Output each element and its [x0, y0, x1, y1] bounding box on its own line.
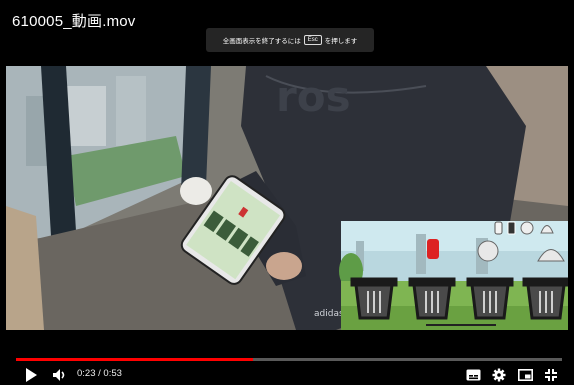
volume-icon [53, 369, 65, 381]
exit-fullscreen-icon [545, 369, 557, 381]
hint-text-after: を押します [324, 38, 358, 45]
subtitles-button[interactable] [466, 366, 481, 384]
volume-button[interactable] [52, 366, 68, 384]
current-time: 0:23 [77, 368, 96, 379]
video-scene: ros adidas [6, 66, 568, 330]
fullscreen-exit-hint: 全画面表示を終了するには Esc を押します [206, 28, 374, 52]
exit-fullscreen-button[interactable] [544, 366, 558, 384]
time-separator: / [98, 368, 101, 379]
time-display: 0:23 / 0:53 [77, 368, 122, 379]
esc-key: Esc [303, 35, 322, 45]
svg-text:ros: ros [276, 72, 351, 121]
miniplayer-icon [518, 369, 533, 381]
subtitles-icon [466, 369, 481, 381]
progress-fill [16, 358, 253, 361]
duration: 0:53 [103, 368, 122, 379]
player-controls: 0:23 / 0:53 [0, 348, 574, 385]
play-button[interactable] [24, 366, 38, 384]
play-icon [26, 368, 37, 382]
video-player: 610005_動画.mov 全画面表示を終了するには Esc を押します ros… [0, 0, 574, 385]
video-frame[interactable]: ros adidas [6, 66, 568, 330]
hint-text-before: 全画面表示を終了するには [222, 38, 301, 45]
video-title: 610005_動画.mov [12, 13, 136, 30]
settings-button[interactable] [492, 366, 506, 384]
shirt-text: adidas [314, 309, 344, 319]
game-overlay [339, 221, 568, 330]
progress-bar[interactable] [16, 358, 562, 361]
gear-icon [492, 368, 506, 382]
miniplayer-button[interactable] [518, 366, 533, 384]
